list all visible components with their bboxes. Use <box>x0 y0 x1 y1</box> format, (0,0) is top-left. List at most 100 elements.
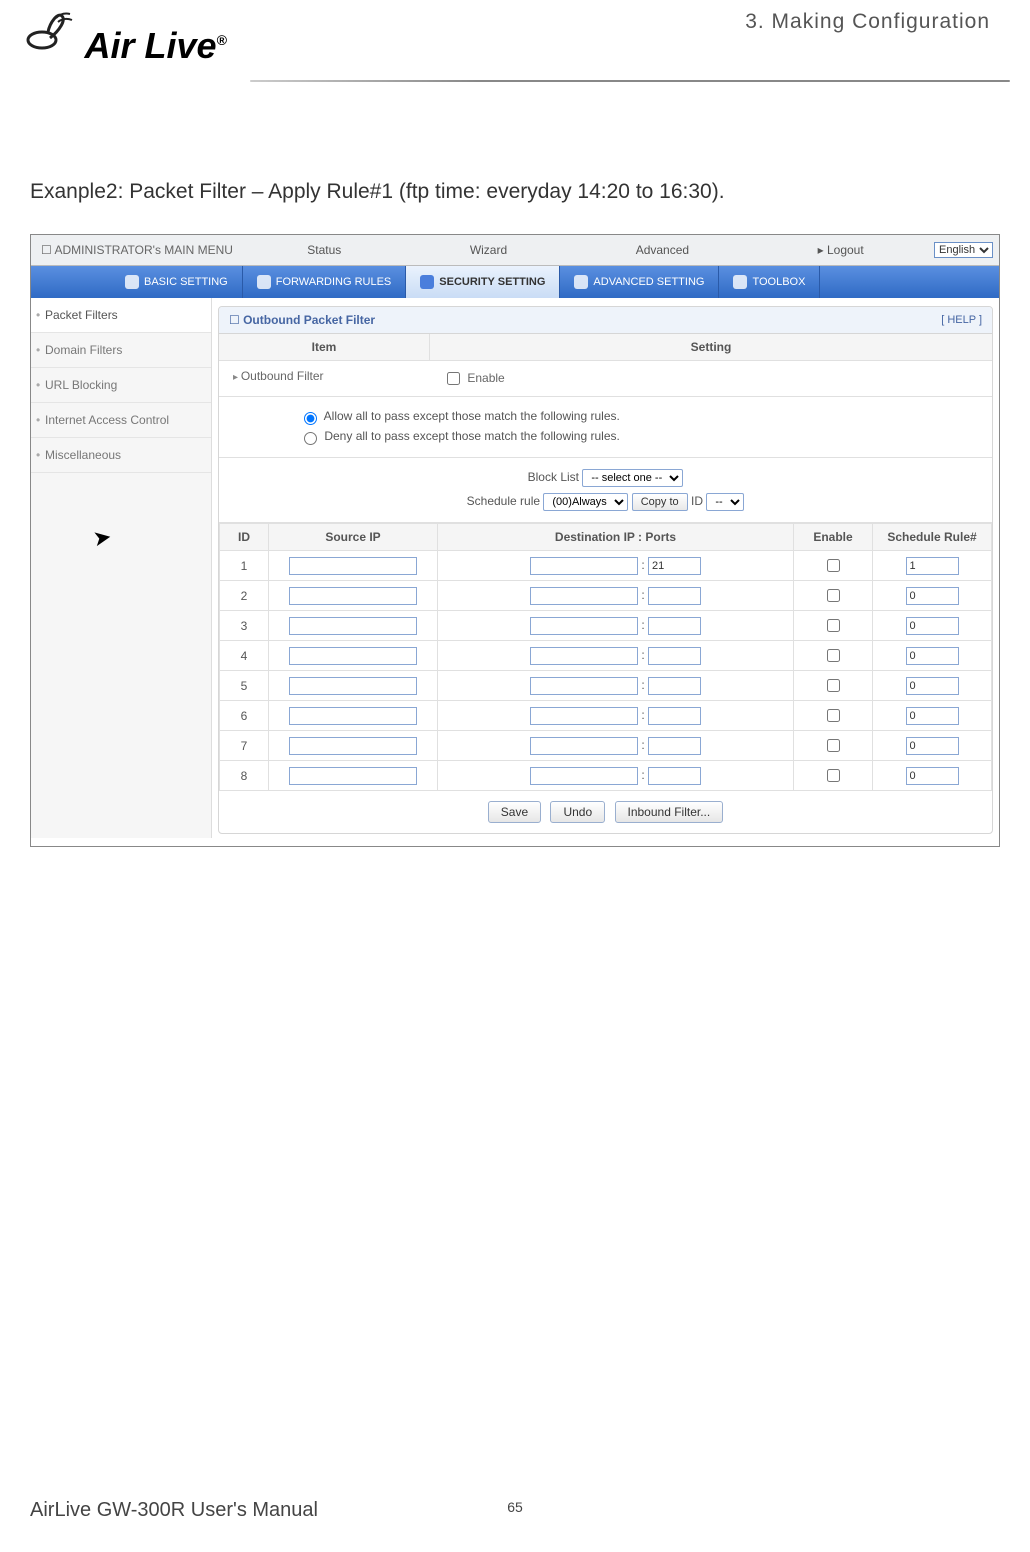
copy-to-button[interactable]: Copy to <box>632 493 688 511</box>
dest-port-input[interactable] <box>648 767 701 785</box>
col-item: Item <box>219 334 430 360</box>
toolbox-icon <box>733 275 747 289</box>
dest-port-input[interactable] <box>648 647 701 665</box>
dest-port-input[interactable] <box>648 617 701 635</box>
dest-ip-input[interactable] <box>530 677 638 695</box>
schedule-rule-input[interactable] <box>906 767 959 785</box>
language-select[interactable]: English <box>934 242 993 258</box>
cell-id: 7 <box>220 731 269 761</box>
dest-port-input[interactable] <box>648 677 701 695</box>
th-id: ID <box>220 524 269 551</box>
source-ip-input[interactable] <box>289 617 417 635</box>
outbound-enable-checkbox[interactable] <box>447 372 460 385</box>
schedule-rule-input[interactable] <box>906 617 959 635</box>
cell-id: 3 <box>220 611 269 641</box>
brand-text: Air Live® <box>84 25 226 66</box>
header-rule <box>250 80 1010 82</box>
source-ip-input[interactable] <box>289 587 417 605</box>
rule-enable-checkbox[interactable] <box>827 709 840 722</box>
tab-basic-setting[interactable]: BASIC SETTING <box>111 266 243 298</box>
source-ip-input[interactable] <box>289 557 417 575</box>
sidebar-item-packet-filters[interactable]: Packet Filters <box>31 298 211 333</box>
rule-enable-checkbox[interactable] <box>827 769 840 782</box>
shield-icon <box>420 275 434 289</box>
schedule-rule-input[interactable] <box>906 557 959 575</box>
schedule-rule-label: Schedule rule <box>467 494 540 508</box>
main-tabbar: BASIC SETTING FORWARDING RULES SECURITY … <box>31 266 999 298</box>
rule-enable-checkbox[interactable] <box>827 739 840 752</box>
dest-ip-input[interactable] <box>530 737 638 755</box>
help-link[interactable]: [ HELP ] <box>941 314 982 326</box>
source-ip-input[interactable] <box>289 767 417 785</box>
save-button[interactable]: Save <box>488 801 541 823</box>
cell-id: 6 <box>220 701 269 731</box>
nav-advanced[interactable]: Advanced <box>626 243 699 257</box>
sidebar-item-url-blocking[interactable]: URL Blocking <box>31 368 211 403</box>
table-row: 3 : <box>220 611 992 641</box>
schedule-rule-select[interactable]: (00)Always <box>543 493 628 511</box>
th-destination: Destination IP : Ports <box>438 524 794 551</box>
nav-wizard[interactable]: Wizard <box>460 243 517 257</box>
rule-enable-checkbox[interactable] <box>827 589 840 602</box>
tab-advanced-setting[interactable]: ADVANCED SETTING <box>560 266 719 298</box>
dest-port-input[interactable] <box>648 557 701 575</box>
table-row: 7 : <box>220 731 992 761</box>
page-number: 65 <box>507 1499 523 1515</box>
footer-manual-title: AirLive GW-300R User's Manual <box>30 1499 318 1522</box>
sidebar-item-miscellaneous[interactable]: Miscellaneous <box>31 438 211 473</box>
nav-status[interactable]: Status <box>297 243 351 257</box>
admin-topbar: ☐ ADMINISTRATOR's MAIN MENU Status Wizar… <box>31 235 999 266</box>
cell-id: 4 <box>220 641 269 671</box>
source-ip-input[interactable] <box>289 707 417 725</box>
rule-enable-checkbox[interactable] <box>827 619 840 632</box>
schedule-rule-input[interactable] <box>906 587 959 605</box>
source-ip-input[interactable] <box>289 737 417 755</box>
rules-table: ID Source IP Destination IP : Ports Enab… <box>219 523 992 791</box>
dest-port-input[interactable] <box>648 707 701 725</box>
schedule-rule-input[interactable] <box>906 737 959 755</box>
dest-ip-input[interactable] <box>530 617 638 635</box>
block-list-select[interactable]: -- select one -- <box>582 469 683 487</box>
dest-ip-input[interactable] <box>530 647 638 665</box>
cell-id: 2 <box>220 581 269 611</box>
rule-enable-checkbox[interactable] <box>827 679 840 692</box>
admin-menu-label: ADMINISTRATOR's MAIN MENU <box>54 243 233 257</box>
table-row: 4 : <box>220 641 992 671</box>
tab-toolbox[interactable]: TOOLBOX <box>719 266 820 298</box>
dest-ip-input[interactable] <box>530 587 638 605</box>
outbound-packet-filter-panel: ☐ Outbound Packet Filter [ HELP ] Item S… <box>218 306 993 834</box>
example-caption: Exanple2: Packet Filter – Apply Rule#1 (… <box>0 130 1030 204</box>
th-enable: Enable <box>794 524 873 551</box>
schedule-rule-input[interactable] <box>906 677 959 695</box>
gear-icon <box>125 275 139 289</box>
router-ui-screenshot: ➤ ☐ ADMINISTRATOR's MAIN MENU Status Wiz… <box>30 234 1000 847</box>
dest-port-input[interactable] <box>648 587 701 605</box>
cell-id: 1 <box>220 551 269 581</box>
rule-enable-checkbox[interactable] <box>827 559 840 572</box>
inbound-filter-button[interactable]: Inbound Filter... <box>615 801 724 823</box>
rule-enable-checkbox[interactable] <box>827 649 840 662</box>
chapter-title: 3. Making Configuration <box>745 10 990 34</box>
nav-logout[interactable]: ▸ Logout <box>808 243 874 257</box>
tab-security-setting[interactable]: SECURITY SETTING <box>406 266 560 298</box>
dest-port-input[interactable] <box>648 737 701 755</box>
tab-forwarding-rules[interactable]: FORWARDING RULES <box>243 266 407 298</box>
radio-deny[interactable] <box>304 432 317 445</box>
enable-label: Enable <box>467 371 504 385</box>
radio-allow[interactable] <box>304 412 317 425</box>
sidebar-item-internet-access-control[interactable]: Internet Access Control <box>31 403 211 438</box>
dest-ip-input[interactable] <box>530 557 638 575</box>
dest-ip-input[interactable] <box>530 707 638 725</box>
forward-icon <box>257 275 271 289</box>
schedule-rule-input[interactable] <box>906 647 959 665</box>
schedule-rule-input[interactable] <box>906 707 959 725</box>
cell-id: 5 <box>220 671 269 701</box>
source-ip-input[interactable] <box>289 677 417 695</box>
undo-button[interactable]: Undo <box>550 801 605 823</box>
sidebar-item-domain-filters[interactable]: Domain Filters <box>31 333 211 368</box>
source-ip-input[interactable] <box>289 647 417 665</box>
copy-to-id-select[interactable]: -- <box>706 493 744 511</box>
dest-ip-input[interactable] <box>530 767 638 785</box>
table-row: 5 : <box>220 671 992 701</box>
table-row: 1 : <box>220 551 992 581</box>
